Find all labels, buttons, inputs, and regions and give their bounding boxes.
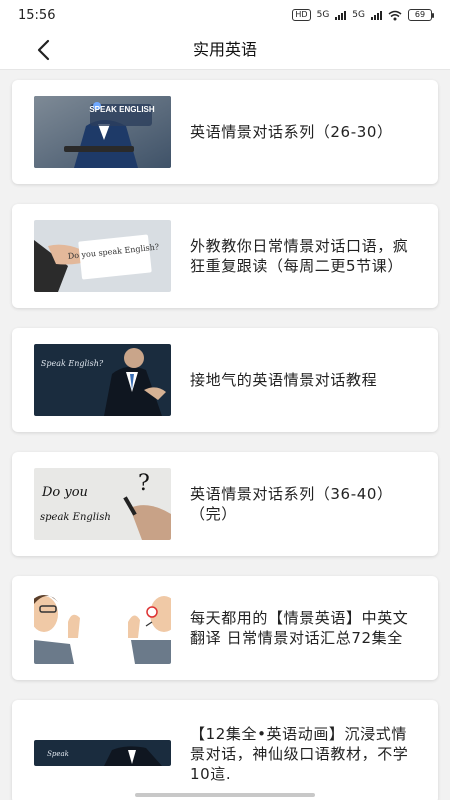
network-5g-2-label: 5G	[352, 10, 365, 20]
svg-text:SPEAK ENGLISH: SPEAK ENGLISH	[89, 105, 155, 114]
page-title: 实用英语	[192, 40, 257, 59]
course-title: 【12集全•英语动画】沉浸式情景对话，神仙级口语教材，不学10這.	[190, 725, 409, 783]
speak-english-image: SPEAK ENGLISH	[34, 96, 171, 168]
course-card[interactable]: Do you speak English? 外教教你日常情景对话口语，疯狂重复跟…	[12, 204, 438, 308]
course-thumbnail: Speak	[34, 740, 171, 766]
wifi-icon	[388, 10, 402, 20]
course-thumbnail: Do you speak English?	[34, 220, 171, 292]
speak-english-chalkboard-image: Speak	[34, 740, 171, 766]
status-icons: HD 5G 5G 69	[292, 9, 434, 21]
course-card[interactable]: 每天都用的【情景英语】中英文翻译 日常情景对话汇总72集全	[12, 576, 438, 680]
signal-icon-1	[335, 10, 347, 20]
course-list: SPEAK ENGLISH 英语情景对话系列（26-30） Do you spe…	[0, 70, 450, 800]
course-title: 外教教你日常情景对话口语，疯狂重复跟读（每周二更5节课）	[190, 237, 409, 275]
course-thumbnail: Do you speak English ?	[34, 468, 171, 540]
course-title: 接地气的英语情景对话教程	[190, 371, 378, 389]
svg-text:?: ?	[138, 471, 150, 496]
course-title: 英语情景对话系列（36-40）（完）	[190, 485, 393, 523]
business-card-image: Do you speak English?	[34, 220, 171, 292]
nav-bar: 实用英语	[0, 30, 450, 70]
do-you-speak-english-image: Do you speak English ?	[34, 468, 171, 540]
course-card[interactable]: Speak English? 接地气的英语情景对话教程	[12, 328, 438, 432]
conversation-cartoon-image	[34, 592, 171, 664]
course-thumbnail	[34, 592, 171, 664]
home-indicator[interactable]	[135, 793, 315, 797]
status-bar: 15:56 HD 5G 5G 69	[0, 0, 450, 30]
hd-icon: HD	[292, 9, 311, 21]
svg-text:Do you: Do you	[41, 485, 88, 500]
svg-text:speak English: speak English	[40, 512, 111, 523]
course-card[interactable]: SPEAK ENGLISH 英语情景对话系列（26-30）	[12, 80, 438, 184]
svg-text:Speak English?: Speak English?	[41, 359, 104, 368]
status-time: 15:56	[18, 7, 56, 23]
signal-icon-2	[371, 10, 382, 20]
course-card[interactable]: Speak 【12集全•英语动画】沉浸式情景对话，神仙级口语教材，不学10這.	[12, 700, 438, 800]
course-card[interactable]: Do you speak English ? 英语情景对话系列（36-40）（完…	[12, 452, 438, 556]
speak-english-chalkboard-image: Speak English?	[34, 344, 171, 416]
course-thumbnail: Speak English?	[34, 344, 171, 416]
network-5g-1-label: 5G	[316, 10, 330, 20]
course-title: 每天都用的【情景英语】中英文翻译 日常情景对话汇总72集全	[190, 609, 409, 647]
course-title: 英语情景对话系列（26-30）	[190, 123, 393, 141]
course-thumbnail: SPEAK ENGLISH	[34, 96, 171, 168]
battery-icon: 69	[408, 9, 434, 21]
svg-text:Speak: Speak	[47, 750, 69, 758]
